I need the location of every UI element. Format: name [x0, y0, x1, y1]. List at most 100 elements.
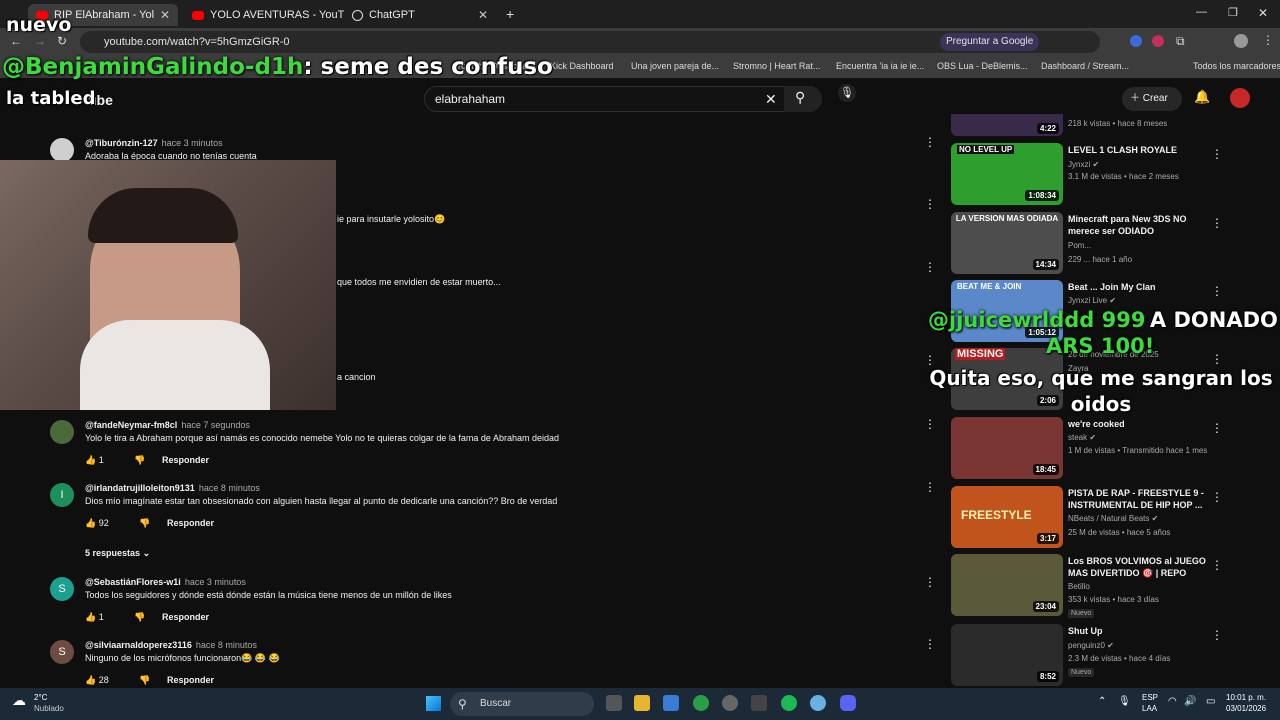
reply-button[interactable]: Responder: [167, 675, 214, 685]
like-button[interactable]: 👍 1: [85, 455, 118, 465]
bookmark-joven-pareja[interactable]: Una joven pareja de...: [631, 61, 719, 71]
app-icon[interactable]: [810, 695, 826, 711]
file-explorer-icon[interactable]: [634, 695, 650, 711]
more-options-icon[interactable]: ⋮: [1211, 558, 1223, 572]
comment-author[interactable]: @silviaarnaldoperez3116 hace 8 minutos: [85, 640, 257, 650]
video-channel[interactable]: NBeats / Natural Beats ✔: [1068, 514, 1158, 523]
recommended-video[interactable]: 18:45 we're cooked steak ✔ 1 M de vistas…: [951, 417, 1251, 479]
app-icon[interactable]: [722, 695, 738, 711]
close-window-icon[interactable]: ✕: [1258, 6, 1268, 20]
more-options-icon[interactable]: ⋮: [1211, 421, 1223, 435]
comment-options-icon[interactable]: ⋮: [924, 197, 936, 211]
comment-options-icon[interactable]: ⋮: [924, 480, 936, 494]
account-avatar[interactable]: [1230, 88, 1250, 108]
menu-icon[interactable]: ⋮: [1262, 33, 1274, 47]
comment-options-icon[interactable]: ⋮: [924, 417, 936, 431]
minimize-icon[interactable]: —: [1196, 6, 1207, 18]
comment-options-icon[interactable]: ⋮: [924, 135, 936, 149]
extensions-puzzle-icon[interactable]: ⧉: [1176, 34, 1185, 49]
reply-button[interactable]: Responder: [162, 455, 209, 465]
dislike-icon[interactable]: 👎: [139, 518, 150, 528]
video-thumbnail[interactable]: 23:04: [951, 554, 1063, 616]
bookmark-obs-lua[interactable]: OBS Lua - DeBlemis...: [937, 61, 1028, 71]
video-title[interactable]: Los BROS VOLVIMOS al JUEGO MAS DIVERTIDO…: [1068, 555, 1218, 579]
video-thumbnail[interactable]: FREESTYLE 3:17: [951, 486, 1063, 548]
reply-button[interactable]: Responder: [167, 518, 214, 528]
recommended-video[interactable]: 4:22 218 k vistas • hace 8 meses: [951, 114, 1251, 136]
tab-chatgpt[interactable]: ChatGPT ✕: [344, 4, 496, 26]
url-input[interactable]: youtube.com/watch?v=5hGmzGiGR-0 Pregunta…: [80, 31, 1100, 53]
chrome-icon[interactable]: [693, 695, 709, 711]
comment-author[interactable]: @SebastiánFlores-w1i hace 3 minutos: [85, 577, 246, 587]
search-input[interactable]: elabrahaham ✕: [424, 86, 822, 112]
clock-time[interactable]: 10:01 p. m.: [1226, 693, 1266, 702]
show-replies-button[interactable]: 5 respuestas ⌄: [85, 548, 150, 559]
like-button[interactable]: 👍 28: [85, 675, 123, 685]
dislike-icon[interactable]: 👎: [134, 455, 145, 465]
avatar[interactable]: [50, 420, 74, 444]
dislike-icon[interactable]: 👎: [134, 612, 145, 622]
recommended-video[interactable]: LA VERSION MAS ODIADA 14:34 Minecraft pa…: [951, 212, 1251, 274]
task-view-icon[interactable]: [606, 695, 622, 711]
video-thumbnail[interactable]: NO LEVEL UP 1:08:34: [951, 143, 1063, 205]
chevron-up-icon[interactable]: ⌃: [1098, 696, 1106, 707]
microphone-icon[interactable]: 🎙: [1118, 696, 1131, 707]
maximize-icon[interactable]: ❐: [1228, 6, 1238, 19]
comment-author[interactable]: @irlandatrujilloleiton9131 hace 8 minutos: [85, 483, 260, 493]
discord-icon[interactable]: [840, 695, 856, 711]
video-title[interactable]: LEVEL 1 CLASH ROYALE: [1068, 144, 1218, 156]
create-button[interactable]: ＋ Crear: [1122, 87, 1182, 111]
reload-icon[interactable]: ↻: [57, 34, 67, 48]
avatar[interactable]: S: [50, 640, 74, 664]
video-channel[interactable]: Jynxzi ✔: [1068, 160, 1099, 169]
more-options-icon[interactable]: ⋮: [1211, 147, 1223, 161]
notifications-bell-icon[interactable]: 🔔: [1194, 89, 1210, 105]
video-title[interactable]: Minecraft para New 3DS NO merece ser ODI…: [1068, 213, 1218, 237]
more-options-icon[interactable]: ⋮: [1211, 352, 1223, 366]
avatar[interactable]: I: [50, 483, 74, 507]
video-channel[interactable]: Betillo: [1068, 582, 1090, 591]
comment-options-icon[interactable]: ⋮: [924, 637, 936, 651]
video-channel[interactable]: penguinz0 ✔: [1068, 641, 1114, 650]
video-thumbnail[interactable]: 18:45: [951, 417, 1063, 479]
comment-options-icon[interactable]: ⋮: [924, 575, 936, 589]
battery-icon[interactable]: ▭: [1206, 696, 1215, 707]
bookmark-stromno[interactable]: Stromno | Heart Rat...: [733, 61, 820, 71]
video-thumbnail[interactable]: 4:22: [951, 114, 1063, 136]
avatar[interactable]: [50, 138, 74, 162]
more-options-icon[interactable]: ⋮: [1211, 628, 1223, 642]
comment-author[interactable]: @Tiburónzin-127 hace 3 minutos: [85, 138, 223, 148]
close-icon[interactable]: ✕: [160, 8, 170, 22]
video-title[interactable]: PISTA DE RAP - FREESTYLE 9 - INSTRUMENTA…: [1068, 487, 1218, 511]
start-icon[interactable]: [426, 696, 441, 711]
more-options-icon[interactable]: ⋮: [1211, 490, 1223, 504]
taskbar-search[interactable]: ⚲ Buscar: [450, 692, 594, 716]
close-icon[interactable]: ✕: [478, 8, 488, 22]
wifi-icon[interactable]: ◠: [1168, 696, 1177, 707]
profile-avatar[interactable]: [1234, 34, 1248, 48]
video-title[interactable]: Shut Up: [1068, 625, 1218, 637]
more-options-icon[interactable]: ⋮: [1211, 216, 1223, 230]
like-button[interactable]: 👍 92: [85, 518, 123, 528]
recommended-video[interactable]: 23:04 Los BROS VOLVIMOS al JUEGO MAS DIV…: [951, 554, 1251, 618]
like-button[interactable]: 👍 1: [85, 612, 118, 622]
forward-icon[interactable]: →: [34, 34, 46, 48]
extension-icon[interactable]: [1130, 35, 1142, 47]
video-thumbnail[interactable]: 8:52: [951, 624, 1063, 686]
microphone-icon[interactable]: 🎙: [838, 84, 856, 102]
all-bookmarks[interactable]: Todos los marcadores: [1193, 61, 1280, 71]
more-options-icon[interactable]: ⋮: [1211, 284, 1223, 298]
bookmark-kick-dashboard[interactable]: Kick Dashboard: [550, 61, 614, 71]
search-button[interactable]: ⚲: [784, 86, 822, 112]
comment-options-icon[interactable]: ⋮: [924, 260, 936, 274]
language-indicator[interactable]: ESP: [1142, 693, 1158, 702]
video-title[interactable]: we're cooked: [1068, 418, 1218, 430]
store-icon[interactable]: [663, 695, 679, 711]
video-channel[interactable]: steak ✔: [1068, 433, 1096, 442]
bookmark-dashboard-stream[interactable]: Dashboard / Stream...: [1041, 61, 1129, 71]
bookmark-encuentra[interactable]: Encuentra 'ia ia ie ie...: [836, 61, 924, 71]
weather-temp[interactable]: 2°C: [34, 693, 47, 702]
ask-google-button[interactable]: Preguntar a Google: [940, 33, 1040, 51]
clear-search-icon[interactable]: ✕: [765, 87, 777, 111]
back-icon[interactable]: ←: [10, 34, 22, 48]
